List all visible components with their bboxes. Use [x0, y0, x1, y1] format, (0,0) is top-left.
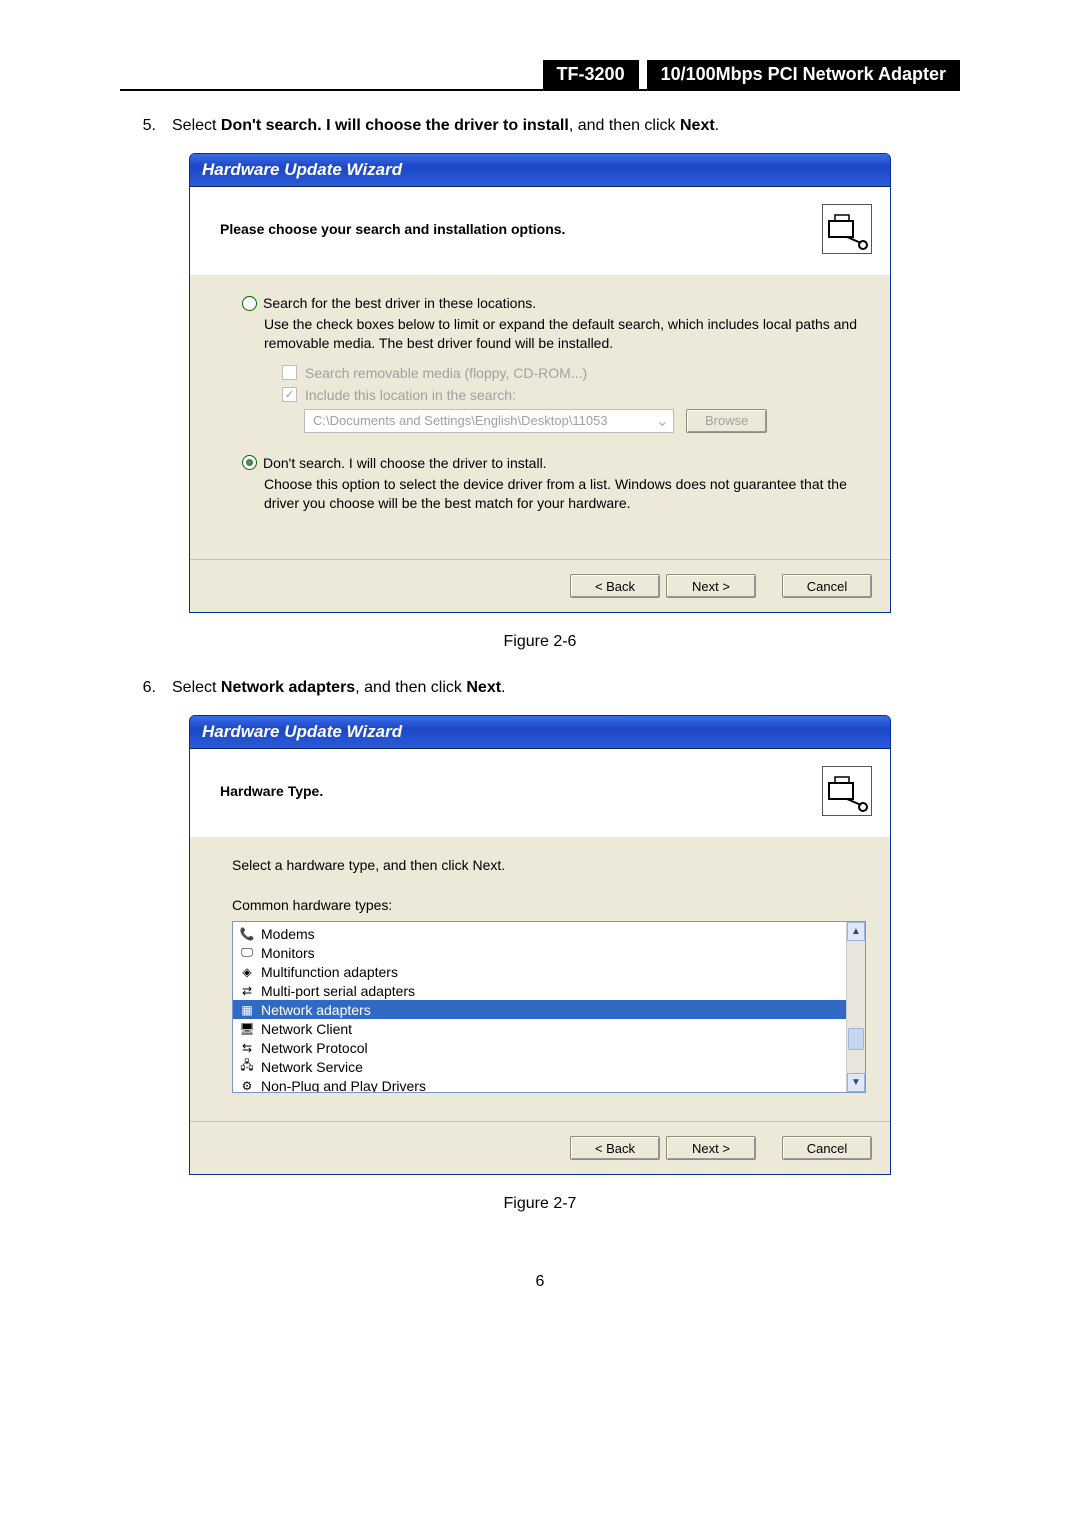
scroll-down-icon[interactable]: ▼: [847, 1073, 865, 1092]
cancel-button[interactable]: Cancel: [782, 574, 872, 598]
page-header: TF-3200 10/100Mbps PCI Network Adapter: [120, 60, 960, 91]
back-button[interactable]: < Back: [570, 1136, 660, 1160]
radio-icon: [242, 455, 257, 470]
list-item[interactable]: ⇆Network Protocol: [233, 1038, 846, 1057]
modem-icon: 📞: [239, 926, 255, 942]
checkbox-icon: ✓: [282, 387, 297, 402]
scroll-track[interactable]: [847, 941, 865, 1073]
radio-search-best[interactable]: Search for the best driver in these loca…: [242, 295, 866, 311]
check-include-location: ✓ Include this location in the search:: [282, 387, 866, 403]
radio-dont-search-desc: Choose this option to select the device …: [264, 475, 866, 513]
serial-icon: ⇄: [239, 983, 255, 999]
scrollbar[interactable]: ▲ ▼: [846, 922, 865, 1092]
radio-search-desc: Use the check boxes below to limit or ex…: [264, 315, 866, 353]
header-model: TF-3200: [543, 60, 639, 89]
wizard-header: Hardware Type.: [190, 749, 890, 837]
hardware-list-label: Common hardware types:: [232, 897, 866, 913]
scroll-up-icon[interactable]: ▲: [847, 922, 865, 941]
printer-network-icon: [822, 766, 872, 816]
monitor-icon: 🖵: [239, 945, 255, 961]
wizard-hardware-type: Hardware Update Wizard Hardware Type. Se…: [189, 715, 891, 1175]
multifunction-icon: ◈: [239, 964, 255, 980]
driver-icon: ⚙: [239, 1078, 255, 1093]
check-removable-media: Search removable media (floppy, CD-ROM..…: [282, 365, 866, 381]
checkbox-icon: [282, 365, 297, 380]
wizard-title: Hardware Update Wizard: [190, 716, 890, 749]
list-item[interactable]: 📞Modems: [233, 924, 846, 943]
figure-label-2: Figure 2-7: [120, 1195, 960, 1213]
network-client-icon: 🖥: [239, 1021, 255, 1037]
list-item[interactable]: 🖥Network Client: [233, 1019, 846, 1038]
list-item[interactable]: ◈Multifunction adapters: [233, 962, 846, 981]
step-number: 6.: [120, 679, 172, 697]
wizard-body: Select a hardware type, and then click N…: [190, 837, 890, 1121]
list-item[interactable]: 🖧Network Service: [233, 1057, 846, 1076]
list-item-selected[interactable]: ▦Network adapters: [233, 1000, 846, 1019]
step-text: Select Network adapters, and then click …: [172, 679, 506, 697]
hardware-prompt: Select a hardware type, and then click N…: [232, 857, 866, 873]
list-item[interactable]: ⚙Non-Plug and Play Drivers: [233, 1076, 846, 1092]
wizard-footer: < Back Next > Cancel: [190, 1121, 890, 1174]
instruction-step-6: 6. Select Network adapters, and then cli…: [120, 679, 960, 697]
next-button[interactable]: Next >: [666, 574, 756, 598]
hardware-list[interactable]: 📞Modems 🖵Monitors ◈Multifunction adapter…: [233, 922, 846, 1092]
figure-label-1: Figure 2-6: [120, 633, 960, 651]
radio-dont-search[interactable]: Don't search. I will choose the driver t…: [242, 455, 866, 471]
radio-icon: [242, 296, 257, 311]
network-protocol-icon: ⇆: [239, 1040, 255, 1056]
wizard-footer: < Back Next > Cancel: [190, 559, 890, 612]
hardware-list-box: 📞Modems 🖵Monitors ◈Multifunction adapter…: [232, 921, 866, 1093]
browse-button: Browse: [686, 409, 767, 433]
wizard-header-text: Hardware Type.: [220, 783, 812, 799]
network-service-icon: 🖧: [239, 1059, 255, 1075]
location-path-input: C:\Documents and Settings\English\Deskto…: [304, 409, 674, 433]
wizard-header-text: Please choose your search and installati…: [220, 221, 812, 237]
wizard-title: Hardware Update Wizard: [190, 154, 890, 187]
header-desc: 10/100Mbps PCI Network Adapter: [647, 60, 960, 89]
step-number: 5.: [120, 117, 172, 135]
list-item[interactable]: ⇄Multi-port serial adapters: [233, 981, 846, 1000]
step-text: Select Don't search. I will choose the d…: [172, 117, 719, 135]
wizard-search-options: Hardware Update Wizard Please choose you…: [189, 153, 891, 613]
next-button[interactable]: Next >: [666, 1136, 756, 1160]
wizard-body: Search for the best driver in these loca…: [190, 275, 890, 559]
location-path-row: C:\Documents and Settings\English\Deskto…: [304, 409, 866, 433]
network-adapter-icon: ▦: [239, 1002, 255, 1018]
printer-network-icon: [822, 204, 872, 254]
wizard-header: Please choose your search and installati…: [190, 187, 890, 275]
instruction-step-5: 5. Select Don't search. I will choose th…: [120, 117, 960, 135]
scroll-thumb[interactable]: [848, 1028, 864, 1050]
back-button[interactable]: < Back: [570, 574, 660, 598]
cancel-button[interactable]: Cancel: [782, 1136, 872, 1160]
page-number: 6: [120, 1273, 960, 1291]
list-item[interactable]: 🖵Monitors: [233, 943, 846, 962]
